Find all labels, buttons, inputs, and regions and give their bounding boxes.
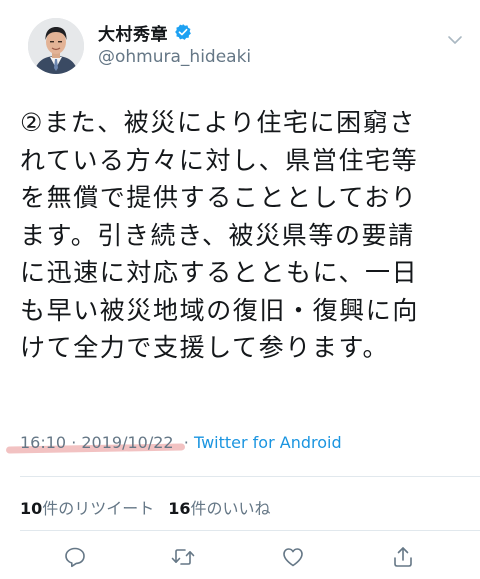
tweet-stats: 10件のリツイート 16件のいいね bbox=[20, 495, 271, 519]
avatar[interactable] bbox=[28, 18, 84, 74]
verified-badge-icon bbox=[174, 23, 192, 41]
divider bbox=[20, 530, 480, 531]
like-label: 件のいいね bbox=[190, 499, 271, 518]
heart-icon[interactable] bbox=[280, 544, 306, 570]
user-handle[interactable]: @ohmura_hideaki bbox=[98, 47, 251, 67]
retweet-label: 件のリツイート bbox=[42, 499, 155, 518]
chevron-down-icon[interactable] bbox=[447, 31, 463, 44]
retweet-stat[interactable]: 10件のリツイート bbox=[20, 499, 154, 518]
divider bbox=[20, 476, 480, 477]
tweet-detail: 大村秀章 @ohmura_hideaki ②また、被災により住宅に困窮さ れてい… bbox=[0, 0, 480, 579]
retweet-count: 10 bbox=[20, 499, 43, 518]
share-icon[interactable] bbox=[390, 544, 416, 570]
tweet-text: ②また、被災により住宅に困窮さ れている方々に対し、県営住宅等 を無償で提供する… bbox=[20, 108, 420, 362]
author-block[interactable]: 大村秀章 @ohmura_hideaki bbox=[98, 21, 251, 67]
avatar-photo bbox=[28, 18, 84, 74]
source-link[interactable]: Twitter for Android bbox=[194, 433, 342, 452]
name-row: 大村秀章 bbox=[98, 20, 251, 45]
timestamp[interactable]: 16:10 · 2019/10/22 bbox=[20, 433, 174, 452]
timestamp-wrap: 16:10 · 2019/10/22 bbox=[5, 433, 185, 454]
display-name[interactable]: 大村秀章 bbox=[98, 20, 168, 45]
reply-icon[interactable] bbox=[62, 544, 88, 570]
retweet-icon[interactable] bbox=[170, 544, 196, 570]
like-count: 16 bbox=[168, 499, 191, 518]
like-stat[interactable]: 16件のいいね bbox=[168, 499, 270, 518]
tweet-meta: 16:10 · 2019/10/22 · Twitter for Android bbox=[5, 433, 342, 454]
